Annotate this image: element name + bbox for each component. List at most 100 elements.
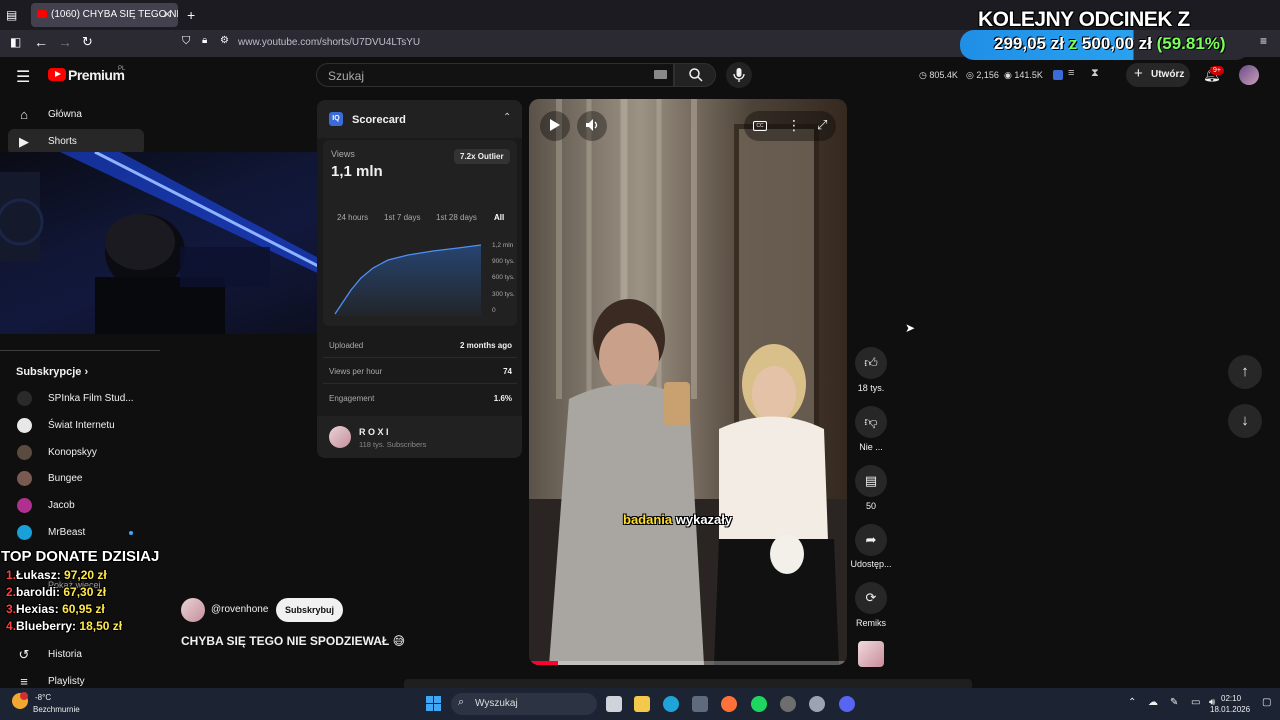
monitor-icon[interactable]: ▭ xyxy=(1191,697,1200,708)
hourglass-icon[interactable]: ⧗ xyxy=(1091,67,1099,80)
extension-icon[interactable] xyxy=(1053,70,1063,80)
firefox-icon[interactable] xyxy=(721,696,737,712)
tab-28days[interactable]: 1st 28 days xyxy=(436,213,477,222)
mic-icon xyxy=(733,68,745,82)
scorecard-header[interactable]: IQ Scorecard ⌃ xyxy=(317,100,522,138)
clock-time[interactable]: 02:10 xyxy=(1221,694,1241,703)
scorecard-channel[interactable]: R O X I 118 tys. Subscribers xyxy=(317,416,522,458)
caption-highlight: badania xyxy=(623,512,673,527)
remix-button[interactable]: ⟳ xyxy=(855,582,887,614)
tab-close-icon[interactable]: ✕ xyxy=(163,8,172,21)
sidebar-item-subscription[interactable]: Konopskyy xyxy=(0,440,160,466)
sidebar-item-subscription[interactable]: SPInka Film Stud... xyxy=(0,386,160,412)
volume-icon xyxy=(586,119,598,131)
play-button[interactable] xyxy=(540,111,570,141)
video-progress-track[interactable] xyxy=(529,661,847,665)
like-button[interactable]: 👍︎ xyxy=(855,347,887,379)
comment-count: 50 xyxy=(865,501,876,511)
back-icon[interactable]: ← xyxy=(34,34,48,50)
more-options-icon[interactable]: ⋮ xyxy=(787,117,801,134)
file-explorer-icon[interactable] xyxy=(634,696,650,712)
views-card: Views 1,1 mln 7.2x Outlier 24 hours 1st … xyxy=(323,140,517,326)
keyboard-icon[interactable] xyxy=(654,70,667,79)
forward-icon[interactable]: → xyxy=(58,34,72,50)
tab-overview-icon[interactable]: ▤ xyxy=(6,8,17,22)
thumbs-up-icon: 👍︎ xyxy=(864,355,878,370)
taskbar-search[interactable]: ⌕ Wyszukaj xyxy=(451,693,597,715)
channel-handle[interactable]: @rovenhone xyxy=(211,604,268,615)
sidebar-item-label: SPInka Film Stud... xyxy=(48,393,134,404)
sidebar-toggle-icon[interactable]: ◧ xyxy=(10,35,21,49)
sidebar-item-history[interactable]: ↺ Historia xyxy=(0,642,160,668)
clock-icon: ◷ xyxy=(919,70,930,80)
new-tab-button[interactable]: + xyxy=(187,7,195,23)
goal-current: 299,05 zł xyxy=(994,34,1064,53)
address-bar[interactable]: www.youtube.com/shorts/U7DVU4LTsYU xyxy=(238,37,420,48)
windows-start-icon[interactable] xyxy=(426,696,441,711)
tab-24h[interactable]: 24 hours xyxy=(337,213,368,222)
dislike-button[interactable]: 👎︎ xyxy=(855,406,887,438)
notification-center-icon[interactable]: ▢ xyxy=(1262,697,1271,708)
donate-entry: 4.Blueberry: 18,50 zł xyxy=(6,619,123,633)
collapse-icon[interactable]: ⌃ xyxy=(503,112,511,123)
subscriptions-header[interactable]: Subskrypcje › xyxy=(16,366,88,378)
task-view-icon[interactable] xyxy=(606,696,622,712)
remix-icon: ⟳ xyxy=(865,590,877,605)
dislike-label: Nie ... xyxy=(859,442,883,452)
next-short-button[interactable]: ↓ xyxy=(1228,404,1262,438)
discord-icon[interactable] xyxy=(839,696,855,712)
chevron-right-icon: › xyxy=(84,366,89,378)
tray-pen-icon[interactable]: ✎ xyxy=(1170,697,1178,708)
store-icon[interactable] xyxy=(692,696,708,712)
sidebar-item-subscription[interactable]: Bungee xyxy=(0,466,160,492)
permissions-icon[interactable]: ⚙ xyxy=(220,35,229,46)
previous-short-button[interactable]: ↑ xyxy=(1228,355,1262,389)
logo-text[interactable]: Premium xyxy=(68,67,125,83)
video-progress-fill xyxy=(529,661,558,665)
create-button[interactable]: + Utwórz xyxy=(1126,63,1190,87)
sidebar-item-label: Konopskyy xyxy=(48,447,97,458)
home-icon: ⌂ xyxy=(20,107,28,122)
clock-date[interactable]: 18.01.2026 xyxy=(1210,705,1250,714)
settings-icon[interactable] xyxy=(809,696,825,712)
fullscreen-icon[interactable]: ⤢ xyxy=(817,117,827,133)
tray-app-icon[interactable]: ☁ xyxy=(1148,697,1158,708)
captions-icon[interactable]: CC xyxy=(753,121,767,131)
video-frame xyxy=(529,99,847,665)
list-icon[interactable]: ≡ xyxy=(1068,67,1074,79)
tab-title: (1060) CHYBA SIĘ TEGO NIE SPODZIEWAŁ xyxy=(51,9,178,20)
comments-button[interactable]: ▤ xyxy=(855,465,887,497)
goal-connector: z xyxy=(1068,34,1078,53)
short-video-player[interactable] xyxy=(529,99,847,665)
outlier-badge: 7.2x Outlier xyxy=(454,149,510,164)
lock-icon[interactable]: 🔒︎ xyxy=(202,35,207,46)
sidebar-item-home[interactable]: ⌂ Główna xyxy=(0,102,160,128)
sidebar-item-subscription[interactable]: Świat Internetu xyxy=(0,413,160,439)
obs-icon[interactable] xyxy=(780,696,796,712)
edge-icon[interactable] xyxy=(663,696,679,712)
shield-icon[interactable]: ⛉ xyxy=(182,35,190,48)
volume-button[interactable] xyxy=(577,111,607,141)
search-button[interactable] xyxy=(674,63,716,87)
tab-all[interactable]: All xyxy=(494,213,504,222)
account-avatar[interactable] xyxy=(1239,65,1259,85)
voice-search-button[interactable] xyxy=(726,62,752,88)
tab-active[interactable]: (1060) CHYBA SIĘ TEGO NIE SPODZIEWAŁ ✕ xyxy=(31,3,178,27)
guide-menu-icon[interactable]: ☰ xyxy=(16,67,30,87)
reload-icon[interactable]: ↻ xyxy=(82,34,93,50)
like-count: 18 tys. xyxy=(857,383,885,393)
channel-avatar[interactable] xyxy=(181,598,205,622)
youtube-logo-icon[interactable] xyxy=(48,68,66,81)
subscribe-button[interactable]: Subskrybuj xyxy=(276,598,343,622)
tab-7days[interactable]: 1st 7 days xyxy=(384,213,420,222)
sidebar-item-subscription[interactable]: Jacob xyxy=(0,493,160,519)
search-input[interactable]: Szukaj xyxy=(316,63,674,87)
sidebar-item-label: Shorts xyxy=(48,136,77,147)
spotify-icon[interactable] xyxy=(751,696,767,712)
views-line-chart xyxy=(334,244,482,316)
share-icon: ➦ xyxy=(865,532,877,547)
sidebar-item-subscription[interactable]: MrBeast xyxy=(0,520,160,546)
share-button[interactable]: ➦ xyxy=(855,524,887,556)
tray-chevron-icon[interactable]: ⌃ xyxy=(1128,697,1136,708)
sound-thumbnail[interactable] xyxy=(858,641,884,667)
